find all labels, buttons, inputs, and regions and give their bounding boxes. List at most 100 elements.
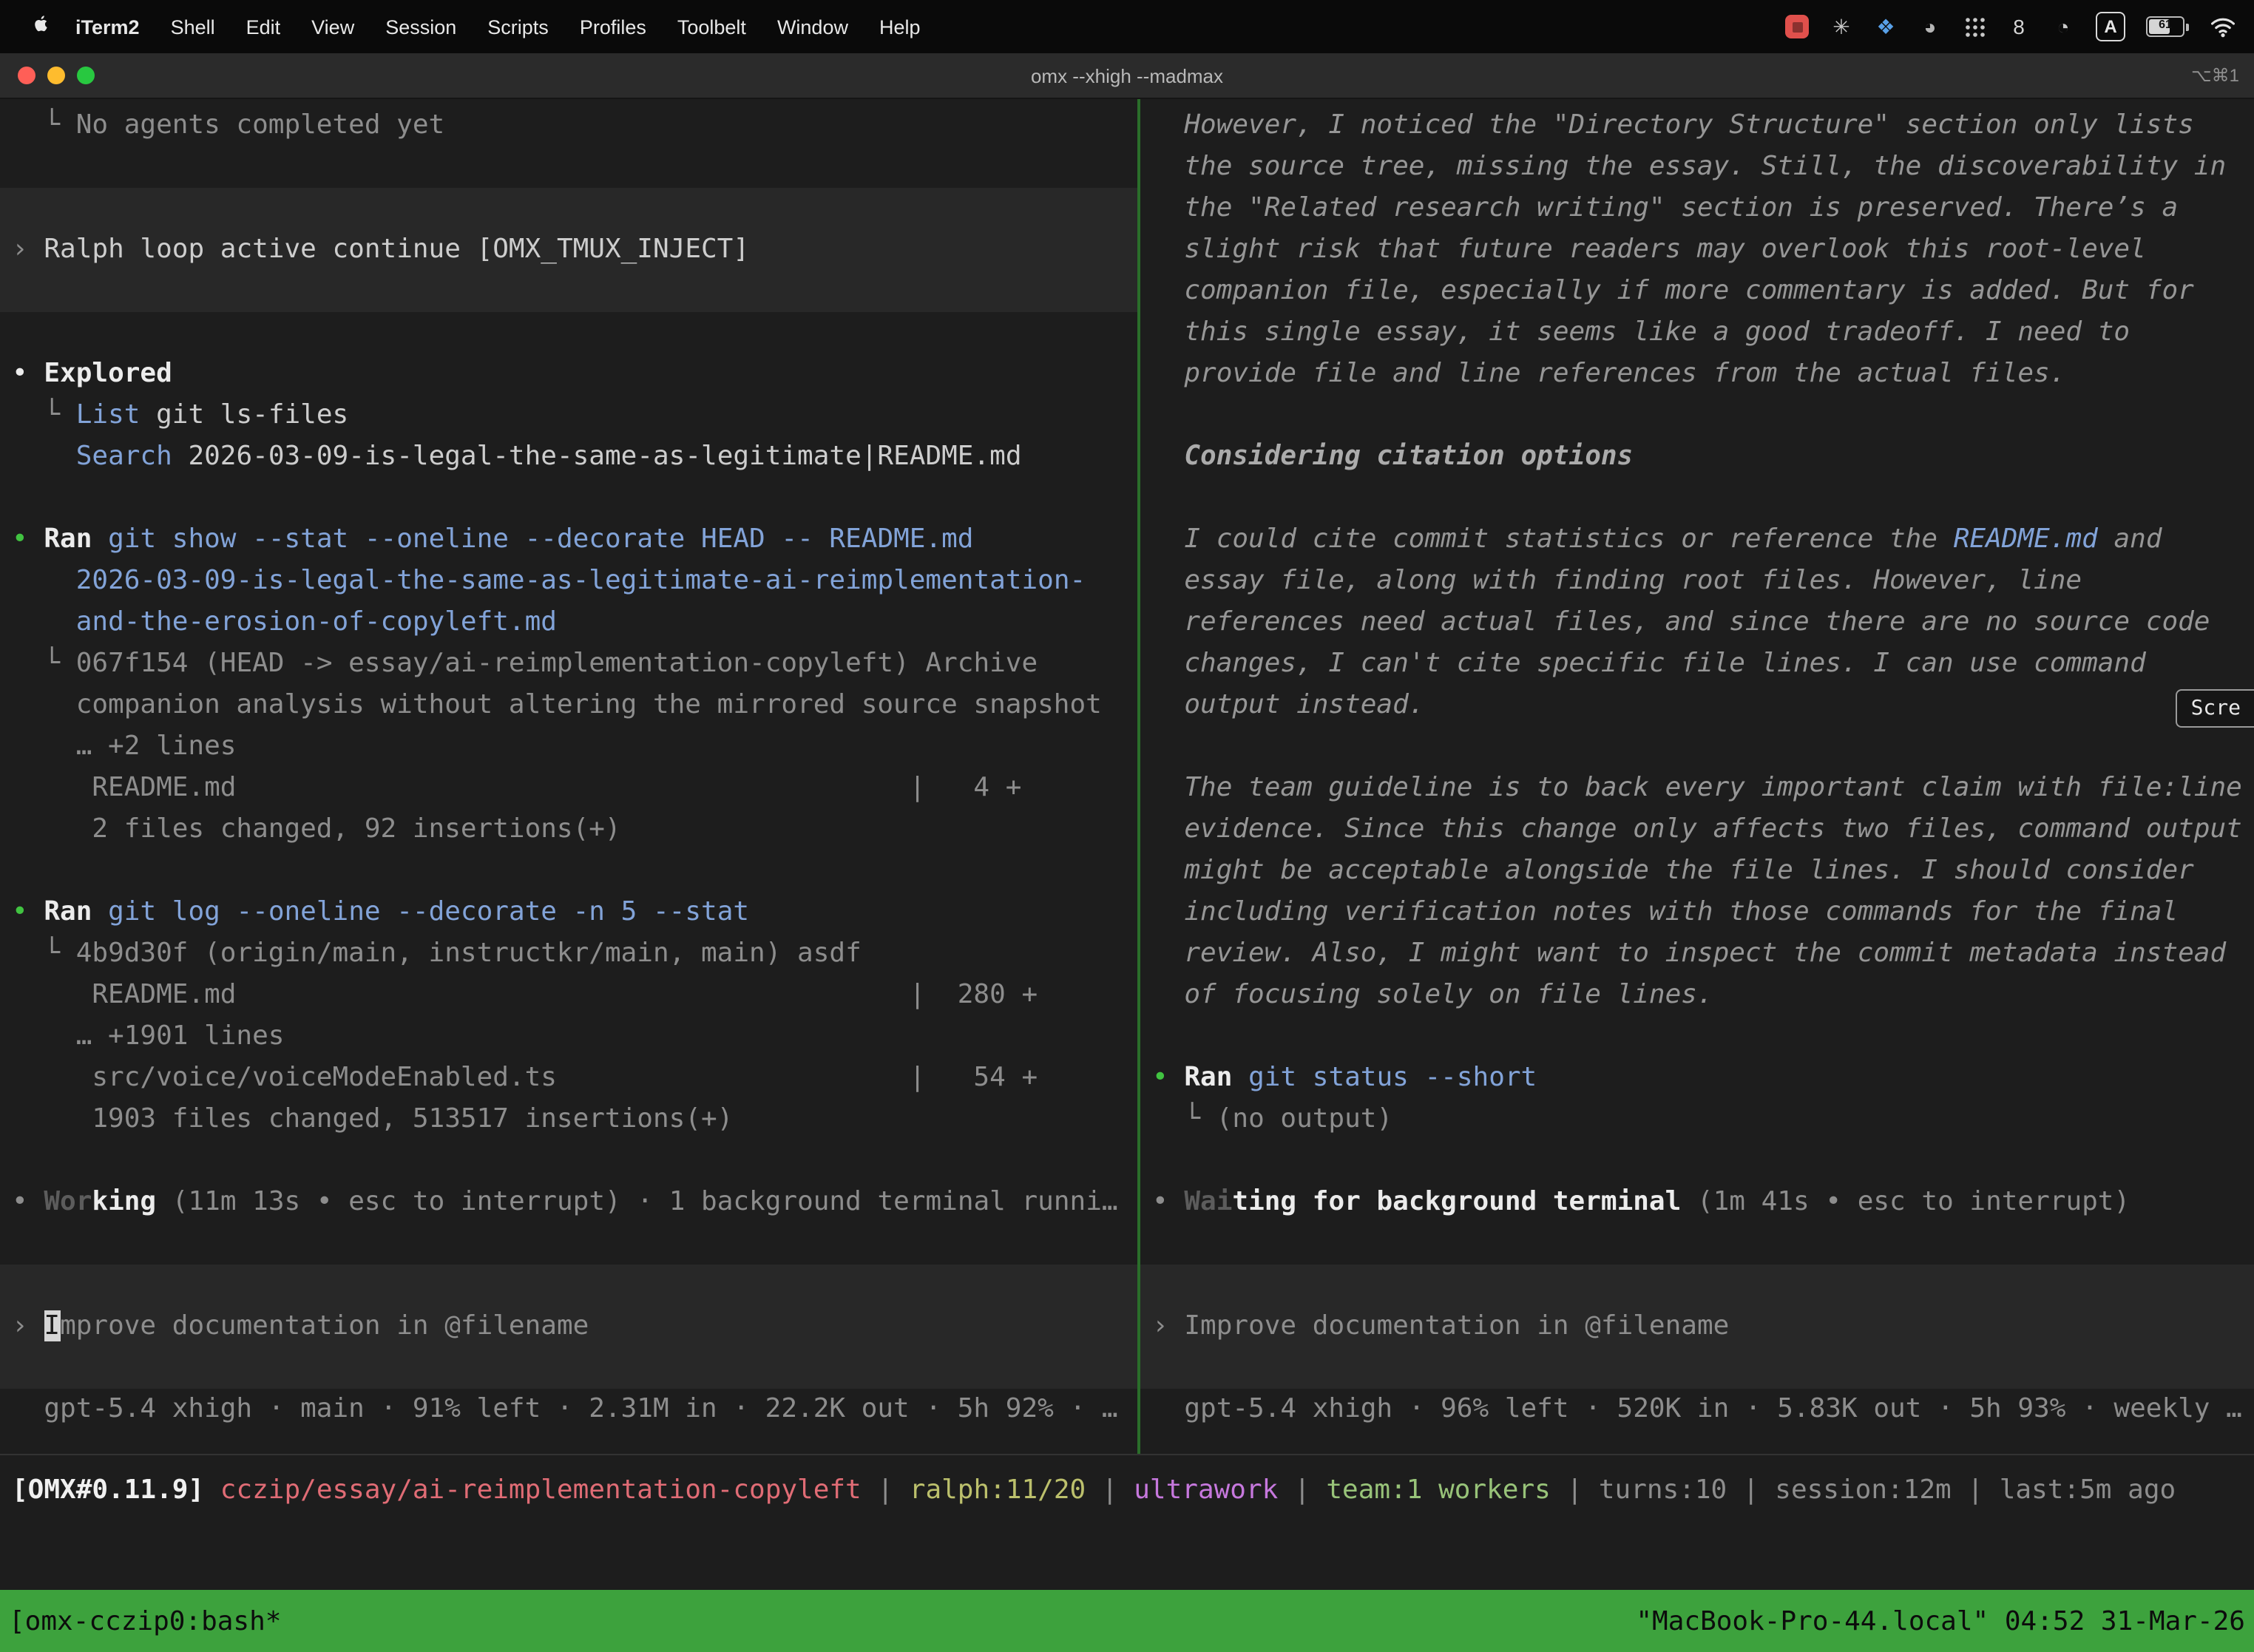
left-pane[interactable]: └ No agents completed yet › Ralph loop ac… — [0, 99, 1137, 1454]
text-segment: the "Related research writing" section i… — [1152, 192, 2178, 223]
input-source-icon[interactable]: A — [2096, 12, 2125, 41]
text-segment: 2 files changed, 92 insertions(+) — [12, 813, 621, 844]
text-segment: 2026-03-09-is-legal-the-same-as-legitima… — [76, 565, 1086, 596]
text-segment: evidence. Since this change only affects… — [1152, 813, 2242, 844]
text-segment: slight risk that future readers may over… — [1152, 234, 2146, 265]
text-segment: └ No agents completed yet — [12, 109, 444, 141]
text-segment: List — [76, 399, 141, 430]
window-title: omx --xhigh --madmax — [0, 64, 2254, 87]
terminal-line: Considering citation options — [1140, 436, 2254, 478]
text-segment: | — [1551, 1475, 1599, 1506]
prompt-input-box[interactable]: › Improve documentation in @filename — [1140, 1265, 2254, 1389]
terminal-line: the source tree, missing the essay. Stil… — [1140, 146, 2254, 188]
text-segment: Ran — [44, 524, 92, 555]
text-segment: Ran — [44, 896, 92, 927]
terminal: └ No agents completed yet › Ralph loop ac… — [0, 99, 2254, 1590]
menu-view[interactable]: View — [311, 16, 354, 38]
screen-tooltip[interactable]: Scre — [2176, 689, 2254, 728]
terminal-line: src/voice/voiceModeEnabled.ts | 54 + — [0, 1057, 1137, 1099]
prompt-input-box[interactable]: › Improve documentation in @filename — [0, 1265, 1137, 1389]
text-segment: essay file, along with finding root file… — [1152, 565, 2082, 596]
text-segment: this single essay, it seems like a good … — [1152, 316, 2130, 348]
terminal-line: review. Also, I might want to inspect th… — [1140, 933, 2254, 975]
text-segment: and — [2098, 524, 2162, 555]
terminal-line: gpt-5.4 xhigh · main · 91% left · 2.31M … — [0, 1389, 1137, 1430]
menu-scripts[interactable]: Scripts — [487, 16, 549, 38]
terminal-line: essay file, along with finding root file… — [1140, 561, 2254, 602]
tmux-session-label[interactable]: [omx-cczip0:bash* — [9, 1605, 281, 1636]
right-pane[interactable]: However, I noticed the "Directory Struct… — [1140, 99, 2254, 1454]
battery-icon[interactable]: 61 — [2146, 13, 2189, 40]
blue-app-menu-icon[interactable]: ❖ — [1874, 13, 1898, 40]
text-segment: | — [862, 1475, 910, 1506]
terminal-line: 2 files changed, 92 insertions(+) — [0, 809, 1137, 850]
text-segment: ralph:11/20 — [910, 1475, 1086, 1506]
terminal-line: the "Related research writing" section i… — [1140, 188, 2254, 229]
menu-iterm2[interactable]: iTerm2 — [75, 16, 140, 38]
terminal-line: 2026-03-09-is-legal-the-same-as-legitima… — [0, 561, 1137, 602]
text-segment: cczip/essay/ai-reimplementation-copyleft — [220, 1475, 862, 1506]
terminal-line: provide file and line references from th… — [1140, 353, 2254, 395]
terminal-line: companion file, especially if more comme… — [1140, 271, 2254, 312]
text-segment: 2026-03-09-is-legal-the-same-as-legitima… — [172, 441, 1022, 472]
terminal-line: • Explored — [0, 353, 1137, 395]
text-segment: • — [1152, 1062, 1184, 1093]
gauge-menu-icon[interactable]: ◔ — [2051, 13, 2075, 40]
text-segment: provide file and line references from th… — [1152, 358, 2065, 389]
text-segment: | — [1952, 1475, 2000, 1506]
blank-line — [0, 478, 1137, 519]
dark-circle-menu-icon[interactable]: ◕ — [1918, 13, 1942, 40]
text-segment: › — [1152, 1310, 1184, 1341]
shortcut-8-icon[interactable]: 8 — [2007, 13, 2031, 40]
terminal-line: slight risk that future readers may over… — [1140, 229, 2254, 271]
text-segment: turns:10 — [1599, 1475, 1727, 1506]
terminal-line: README.md | 280 + — [0, 975, 1137, 1016]
menu-shell[interactable]: Shell — [171, 16, 215, 38]
screen: iTerm2 Shell Edit View Session Scripts Profile… — [0, 0, 2254, 1651]
text-segment — [1232, 1062, 1248, 1093]
window-title-bar[interactable]: omx --xhigh --madmax ⌥⌘1 — [0, 53, 2254, 99]
terminal-line: references need actual files, and since … — [1140, 602, 2254, 643]
menu-session[interactable]: Session — [385, 16, 456, 38]
menu-help[interactable]: Help — [879, 16, 921, 38]
prompt-input-box[interactable]: › Ralph loop active continue [OMX_TMUX_I… — [0, 188, 1137, 312]
menu-profiles[interactable]: Profiles — [580, 16, 646, 38]
text-segment: • — [12, 1186, 44, 1217]
text-segment: However, I noticed the "Directory Struct… — [1152, 109, 2194, 141]
text-segment: changes, I can't cite specific file line… — [1152, 648, 2146, 679]
blank-line — [1140, 1016, 2254, 1057]
terminal-line: • Ran git show --stat --oneline --decora… — [0, 519, 1137, 561]
terminal-line: changes, I can't cite specific file line… — [1140, 643, 2254, 685]
wifi-icon[interactable] — [2210, 13, 2236, 40]
text-segment: The team guideline is to back every impo… — [1152, 772, 2242, 803]
terminal-line: gpt-5.4 xhigh · 96% left · 520K in · 5.8… — [1140, 1389, 2254, 1430]
terminal-line: companion analysis without altering the … — [0, 685, 1137, 726]
text-segment: … +2 lines — [12, 731, 236, 762]
app-grid-icon[interactable] — [1963, 13, 1986, 40]
menu-toolbelt[interactable]: Toolbelt — [677, 16, 746, 38]
text-segment: └ — [12, 399, 76, 430]
text-segment: ting for background terminal — [1232, 1186, 1681, 1217]
menu-window[interactable]: Window — [777, 16, 848, 38]
terminal-line: 1903 files changed, 513517 insertions(+) — [0, 1099, 1137, 1140]
text-segment: • — [12, 358, 44, 389]
text-segment — [12, 606, 76, 637]
menu-bar: iTerm2 Shell Edit View Session Scripts Profile… — [0, 0, 2254, 53]
screen-recording-indicator-icon[interactable] — [1785, 15, 1809, 38]
text-segment: | — [1278, 1475, 1326, 1506]
text-segment: | — [1086, 1475, 1134, 1506]
text-segment — [92, 896, 108, 927]
terminal-line: • Ran git status --short — [1140, 1057, 2254, 1099]
asterisk-menu-icon[interactable]: ✳ — [1830, 13, 1853, 40]
omx-status-bar: [OMX#0.11.9] cczip/essay/ai-reimplementa… — [0, 1470, 2254, 1511]
menu-status-icons: ✳ ❖ ◕ 8 ◔ A 61 — [1785, 12, 2236, 41]
blank-line — [0, 312, 1137, 353]
text-segment: Improve documentation in @filename — [1184, 1310, 1729, 1341]
apple-menu-icon[interactable] — [27, 14, 49, 39]
terminal-line: • Ran git log --oneline --decorate -n 5 … — [0, 892, 1137, 933]
terminal-line: I could cite commit statistics or refere… — [1140, 519, 2254, 561]
menu-edit[interactable]: Edit — [246, 16, 281, 38]
text-segment: git show --stat --oneline --decorate HEA… — [108, 524, 973, 555]
terminal-line: However, I noticed the "Directory Struct… — [1140, 105, 2254, 146]
terminal-line: … +2 lines — [0, 726, 1137, 768]
